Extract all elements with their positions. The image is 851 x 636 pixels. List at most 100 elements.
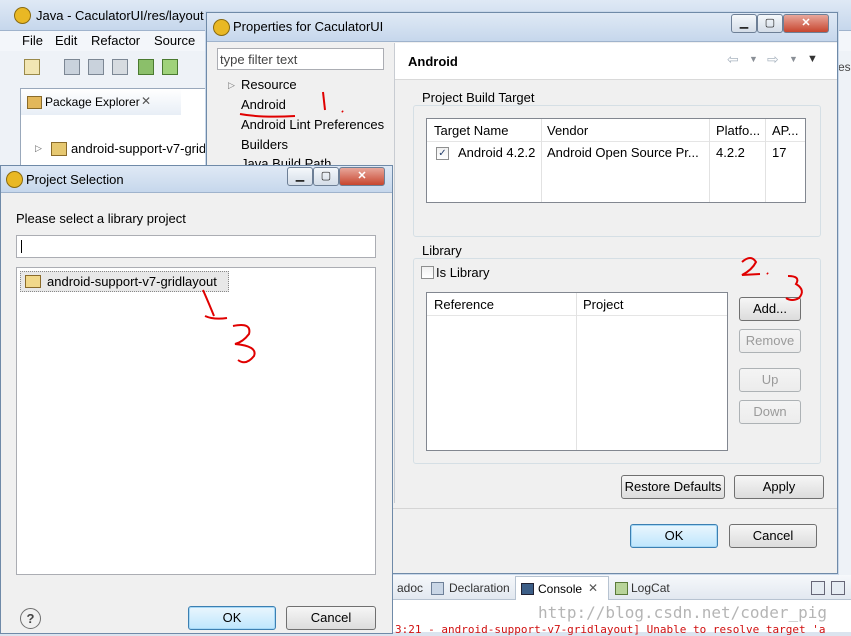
- build-target-table: Target Name Vendor Platfo... AP... ✓ And…: [426, 118, 806, 203]
- console-text: 3:21 - android-support-v7-gridlayout] Un…: [395, 623, 826, 636]
- close-button[interactable]: ✕: [339, 167, 385, 186]
- save-icon[interactable]: [64, 59, 80, 75]
- watermark: http://blog.csdn.net/coder_pig: [538, 603, 827, 622]
- restore-defaults-button[interactable]: Restore Defaults: [621, 475, 725, 499]
- back-icon[interactable]: ⇦: [727, 51, 739, 68]
- table-row[interactable]: ✓ Android 4.2.2 Android Open Source Pr..…: [427, 142, 805, 164]
- maximize-button[interactable]: ▢: [757, 14, 783, 33]
- project-search-input[interactable]: [16, 235, 376, 258]
- close-console-icon[interactable]: ✕: [588, 581, 598, 595]
- close-button[interactable]: ✕: [783, 14, 829, 33]
- tree-item-resource[interactable]: Resource: [241, 77, 297, 92]
- console-tab[interactable]: Console ✕: [515, 576, 609, 600]
- print-icon[interactable]: [112, 59, 128, 75]
- filter-placeholder: type filter text: [220, 52, 298, 67]
- remove-library-button[interactable]: Remove: [739, 329, 801, 353]
- project-icon: [51, 142, 67, 156]
- page-title: Android: [408, 54, 458, 69]
- package-explorer-label: Package Explorer: [45, 95, 140, 109]
- view-menu-icon[interactable]: ▼: [807, 53, 818, 65]
- console-icon: [521, 583, 534, 595]
- help-icon[interactable]: ?: [20, 608, 41, 629]
- target-api: 17: [772, 145, 787, 160]
- build-target-header: Target Name Vendor Platfo... AP...: [427, 119, 805, 202]
- console-action2-icon[interactable]: [831, 581, 845, 595]
- cancel-button[interactable]: Cancel: [286, 606, 376, 630]
- tab-logcat[interactable]: LogCat: [631, 581, 670, 595]
- project-item[interactable]: android-support-v7-gridl: [71, 141, 209, 156]
- download-icon[interactable]: [138, 59, 154, 75]
- is-library-label[interactable]: Is Library: [436, 265, 489, 280]
- library-header: Reference Project: [427, 293, 727, 316]
- eclipse-logo-icon: [213, 19, 230, 36]
- menu-refactor[interactable]: Refactor: [91, 33, 140, 48]
- col-project[interactable]: Project: [583, 297, 623, 312]
- col-target-name[interactable]: Target Name: [434, 123, 508, 138]
- eclipse-toolbar: [16, 56, 206, 78]
- target-name: Android 4.2.2: [458, 145, 536, 160]
- back-menu-icon[interactable]: ▼: [749, 54, 758, 64]
- project-selection-title-bar: Project Selection ▁ ▢ ✕: [1, 166, 392, 193]
- forward-icon[interactable]: ⇨: [767, 51, 779, 68]
- eclipse-logo-icon: [14, 7, 31, 24]
- up-button[interactable]: Up: [739, 368, 801, 392]
- open-project-icon: [25, 275, 41, 288]
- package-icon: [27, 96, 42, 109]
- menu-edit[interactable]: Edit: [55, 33, 77, 48]
- col-reference[interactable]: Reference: [434, 297, 494, 312]
- selection-prompt: Please select a library project: [16, 211, 186, 226]
- tree-item-android[interactable]: Android: [241, 97, 286, 112]
- col-platform[interactable]: Platfo...: [716, 123, 760, 138]
- minimize-button[interactable]: ▁: [287, 167, 313, 186]
- maximize-button[interactable]: ▢: [313, 167, 339, 186]
- eclipse-logo-icon: [6, 171, 23, 188]
- eclipse-title: Java - CaculatorUI/res/layout: [36, 8, 204, 23]
- tree-item-lint[interactable]: Android Lint Preferences: [241, 117, 384, 132]
- text-cursor: [21, 240, 22, 253]
- tree-item-builders[interactable]: Builders: [241, 137, 288, 152]
- console-action-icon[interactable]: [811, 581, 825, 595]
- tab-console: Console: [538, 582, 583, 596]
- close-tab-icon[interactable]: ✕: [141, 94, 151, 108]
- col-api[interactable]: AP...: [772, 123, 799, 138]
- tab-declaration[interactable]: Declaration: [449, 581, 510, 595]
- apply-button[interactable]: Apply: [734, 475, 824, 499]
- splitter[interactable]: [394, 43, 395, 503]
- package-explorer-tab[interactable]: Package Explorer ✕: [21, 89, 181, 115]
- tree-expand-icon[interactable]: ▷: [35, 143, 42, 154]
- col-vendor[interactable]: Vendor: [547, 123, 588, 138]
- bottom-panel: adoc Declaration Console ✕ LogCat 3:21 -…: [393, 575, 851, 636]
- menu-source[interactable]: Source: [154, 33, 195, 48]
- add-library-button[interactable]: Add...: [739, 297, 801, 321]
- list-item[interactable]: android-support-v7-gridlayout: [20, 271, 229, 292]
- col-divider: [576, 293, 577, 450]
- tab-javadoc[interactable]: adoc: [397, 581, 423, 595]
- bottom-tab-bar: adoc Declaration Console ✕ LogCat: [393, 575, 851, 600]
- tree-expand-icon[interactable]: ▷: [228, 80, 235, 91]
- new-icon[interactable]: [24, 59, 40, 75]
- menu-file[interactable]: File: [22, 33, 43, 48]
- target-vendor: Android Open Source Pr...: [547, 145, 699, 160]
- save-all-icon[interactable]: [88, 59, 104, 75]
- ok-button[interactable]: OK: [630, 524, 718, 548]
- library-label: Library: [419, 243, 465, 258]
- properties-title-bar: Properties for CaculatorUI ▁ ▢ ✕: [207, 13, 837, 42]
- package-explorer-panel: Package Explorer ✕ ▷ android-support-v7-…: [20, 88, 212, 170]
- properties-title: Properties for CaculatorUI: [233, 19, 384, 34]
- declaration-icon: [431, 582, 444, 595]
- library-table: Reference Project: [426, 292, 728, 451]
- forward-menu-icon[interactable]: ▼: [789, 54, 798, 64]
- build-target-label: Project Build Target: [419, 90, 538, 105]
- cancel-button[interactable]: Cancel: [729, 524, 817, 548]
- right-edge-text: ess: [838, 60, 851, 74]
- is-library-checkbox[interactable]: [421, 266, 434, 279]
- minimize-button[interactable]: ▁: [731, 14, 757, 33]
- android-sdk-icon[interactable]: [162, 59, 178, 75]
- ok-button[interactable]: OK: [188, 606, 276, 630]
- down-button[interactable]: Down: [739, 400, 801, 424]
- target-platform: 4.2.2: [716, 145, 745, 160]
- filter-input[interactable]: type filter text: [217, 48, 384, 70]
- target-checkbox[interactable]: ✓: [436, 147, 449, 160]
- project-selection-dialog: Project Selection ▁ ▢ ✕ Please select a …: [0, 165, 393, 634]
- page-header: Android ⇦ ▼ ⇨ ▼ ▼: [395, 43, 837, 80]
